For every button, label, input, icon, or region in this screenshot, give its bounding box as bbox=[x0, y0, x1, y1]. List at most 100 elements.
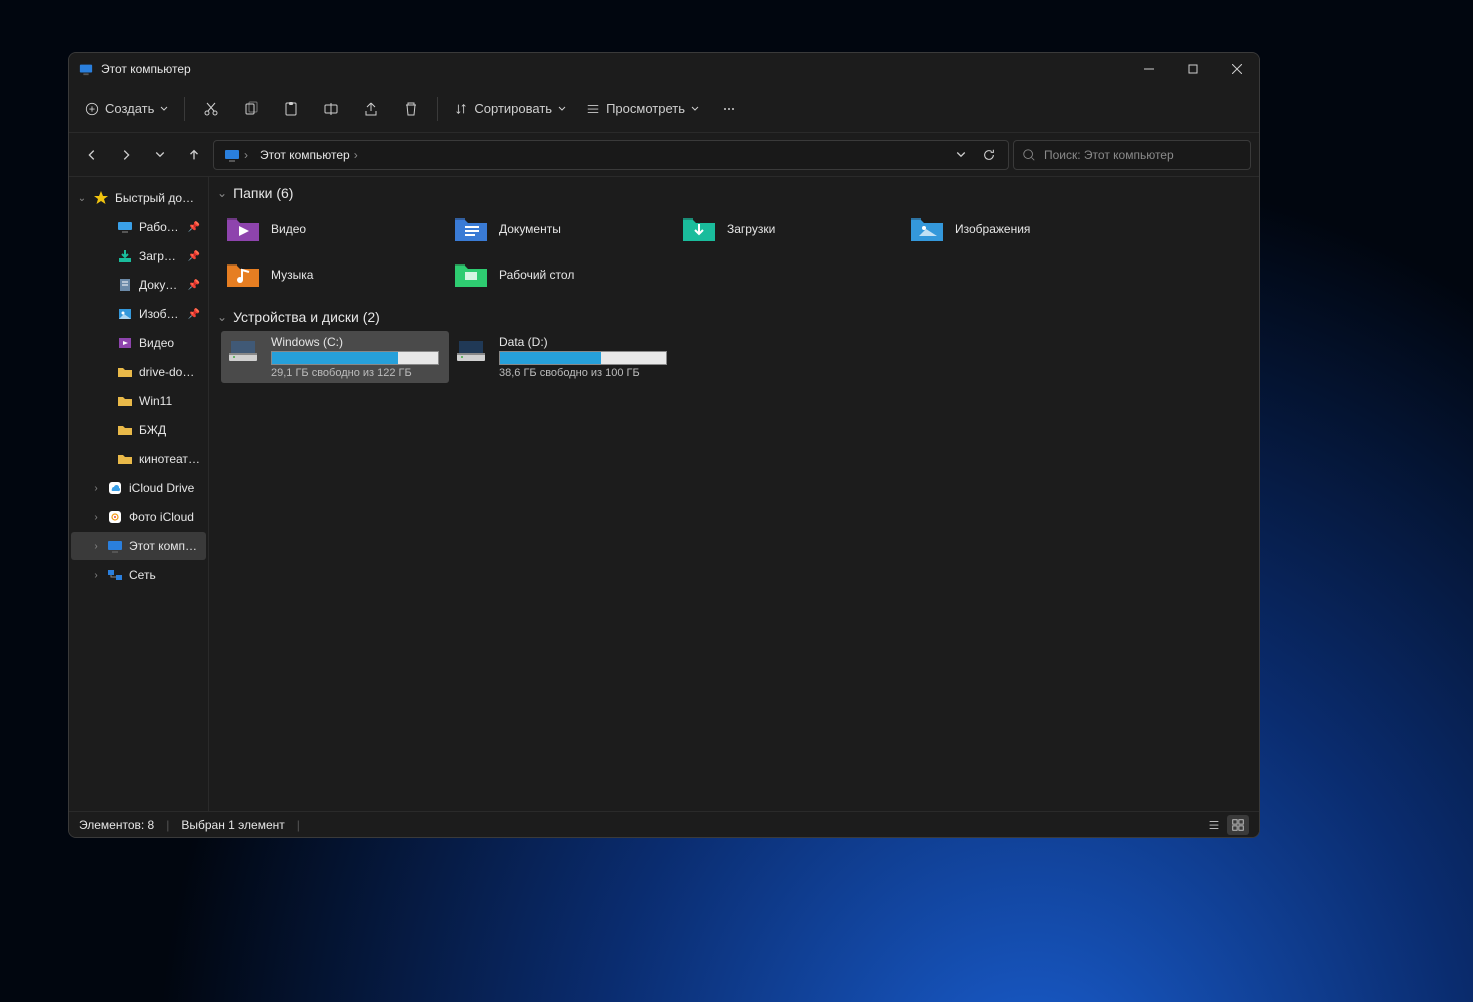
cut-button[interactable] bbox=[193, 92, 229, 126]
folder-label: Видео bbox=[271, 222, 306, 236]
chevron-down-icon bbox=[956, 150, 966, 160]
refresh-button[interactable] bbox=[976, 141, 1002, 169]
search-input[interactable] bbox=[1044, 148, 1242, 162]
address-bar[interactable]: › Этот компьютер › bbox=[213, 140, 1009, 170]
folder-item[interactable]: Видео bbox=[221, 207, 449, 251]
history-button[interactable] bbox=[145, 139, 175, 171]
rename-button[interactable] bbox=[313, 92, 349, 126]
expand-icon: › bbox=[91, 483, 101, 494]
sidebar-item[interactable]: Рабочий стол📌 bbox=[71, 213, 206, 241]
arrow-right-icon bbox=[119, 148, 133, 162]
sidebar-item[interactable]: ›iCloud Drive bbox=[71, 474, 206, 502]
maximize-button[interactable] bbox=[1171, 53, 1215, 85]
sort-label: Сортировать bbox=[474, 101, 552, 116]
photo-icon bbox=[107, 509, 123, 525]
window-title: Этот компьютер bbox=[101, 62, 191, 76]
folder-icon bbox=[117, 451, 133, 467]
sidebar-item-label: Быстрый доступ bbox=[115, 191, 200, 205]
pin-icon: 📌 bbox=[188, 309, 200, 320]
drive-info: Data (D:) 38,6 ГБ свободно из 100 ГБ bbox=[499, 335, 673, 379]
toolbar: Создать Сортировать Просмотр bbox=[69, 85, 1259, 133]
share-icon bbox=[363, 101, 379, 117]
sidebar-item[interactable]: Документы📌 bbox=[71, 271, 206, 299]
more-icon bbox=[721, 101, 737, 117]
sidebar-item-label: Видео bbox=[139, 336, 200, 350]
downloads-icon bbox=[117, 248, 133, 264]
delete-button[interactable] bbox=[393, 92, 429, 126]
folder-label: Документы bbox=[499, 222, 561, 236]
pc-icon bbox=[107, 538, 123, 554]
sidebar-item[interactable]: кинотеатры bbox=[71, 445, 206, 473]
folder-item[interactable]: Документы bbox=[449, 207, 677, 251]
expand-icon: › bbox=[91, 570, 101, 581]
share-button[interactable] bbox=[353, 92, 389, 126]
breadcrumb-root[interactable]: › bbox=[220, 141, 252, 169]
close-button[interactable] bbox=[1215, 53, 1259, 85]
drives-group-header[interactable]: ⌄ Устройства и диски (2) bbox=[209, 305, 1259, 329]
forward-button[interactable] bbox=[111, 139, 141, 171]
sidebar-item[interactable]: drive-download-20 bbox=[71, 358, 206, 386]
chevron-down-icon bbox=[691, 105, 699, 113]
sidebar-item-label: кинотеатры bbox=[139, 452, 200, 466]
folder-item[interactable]: Изображения bbox=[905, 207, 1133, 251]
sidebar-item[interactable]: › Сеть bbox=[71, 561, 206, 589]
breadcrumb-segment[interactable]: Этот компьютер › bbox=[256, 141, 362, 169]
drive-item[interactable]: Windows (C:) 29,1 ГБ свободно из 122 ГБ bbox=[221, 331, 449, 383]
sidebar-item-label: Сеть bbox=[129, 568, 200, 582]
cloud-icon bbox=[107, 480, 123, 496]
sidebar-item-label: Изображения bbox=[139, 307, 182, 321]
minimize-button[interactable] bbox=[1127, 53, 1171, 85]
back-button[interactable] bbox=[77, 139, 107, 171]
chevron-down-icon bbox=[155, 150, 165, 160]
address-dropdown-button[interactable] bbox=[948, 141, 974, 169]
view-toggle bbox=[1203, 815, 1249, 835]
tiles-view-button[interactable] bbox=[1227, 815, 1249, 835]
sidebar-item-label: Документы bbox=[139, 278, 182, 292]
sidebar-item-label: Win11 bbox=[139, 394, 200, 408]
sidebar-item[interactable]: БЖД bbox=[71, 416, 206, 444]
folder-item[interactable]: Рабочий стол bbox=[449, 253, 677, 297]
status-separator: | bbox=[166, 818, 169, 832]
up-button[interactable] bbox=[179, 139, 209, 171]
folders-group-label: Папки (6) bbox=[233, 185, 293, 201]
file-explorer-window: Этот компьютер Создать bbox=[68, 52, 1260, 838]
sidebar-item[interactable]: Загрузки📌 bbox=[71, 242, 206, 270]
drive-grid: Windows (C:) 29,1 ГБ свободно из 122 ГБ … bbox=[209, 329, 1259, 391]
drive-name: Data (D:) bbox=[499, 335, 673, 349]
chevron-down-icon bbox=[558, 105, 566, 113]
documents-icon bbox=[117, 277, 133, 293]
sidebar-item[interactable]: ›Фото iCloud bbox=[71, 503, 206, 531]
sidebar-item[interactable]: Видео bbox=[71, 329, 206, 357]
content: ⌄ Папки (6) Видео Документы ЗагрузкиИзобра… bbox=[209, 177, 1259, 811]
drive-item[interactable]: Data (D:) 38,6 ГБ свободно из 100 ГБ bbox=[449, 331, 677, 383]
drive-free-text: 29,1 ГБ свободно из 122 ГБ bbox=[271, 367, 445, 379]
new-label: Создать bbox=[105, 101, 154, 116]
view-button[interactable]: Просмотреть bbox=[578, 92, 707, 126]
network-icon bbox=[107, 567, 123, 583]
drives-group-label: Устройства и диски (2) bbox=[233, 309, 380, 325]
sidebar-item-label: Этот компьютер bbox=[129, 539, 200, 553]
sort-button[interactable]: Сортировать bbox=[446, 92, 574, 126]
more-button[interactable] bbox=[711, 92, 747, 126]
folder-item[interactable]: Загрузки bbox=[677, 207, 905, 251]
sidebar-item[interactable]: Win11 bbox=[71, 387, 206, 415]
folders-group-header[interactable]: ⌄ Папки (6) bbox=[209, 181, 1259, 205]
new-button[interactable]: Создать bbox=[77, 92, 176, 126]
copy-button[interactable] bbox=[233, 92, 269, 126]
sidebar-item[interactable]: ⌄Быстрый доступ bbox=[71, 184, 206, 212]
folder-icon bbox=[681, 214, 717, 244]
sidebar-item[interactable]: ›Этот компьютер bbox=[71, 532, 206, 560]
details-view-button[interactable] bbox=[1203, 815, 1225, 835]
search-bar[interactable] bbox=[1013, 140, 1251, 170]
trash-icon bbox=[403, 101, 419, 117]
paste-button[interactable] bbox=[273, 92, 309, 126]
folder-item[interactable]: Музыка bbox=[221, 253, 449, 297]
titlebar-left: Этот компьютер bbox=[79, 62, 191, 76]
drive-icon bbox=[453, 335, 489, 365]
cut-icon bbox=[203, 101, 219, 117]
star-icon bbox=[93, 190, 109, 206]
sidebar-item[interactable]: Изображения 📌 bbox=[71, 300, 206, 328]
folder-grid: Видео Документы ЗагрузкиИзображения МузыкаР… bbox=[209, 205, 1259, 305]
sidebar-item-label: Загрузки bbox=[139, 249, 182, 263]
drive-free-text: 38,6 ГБ свободно из 100 ГБ bbox=[499, 367, 673, 379]
